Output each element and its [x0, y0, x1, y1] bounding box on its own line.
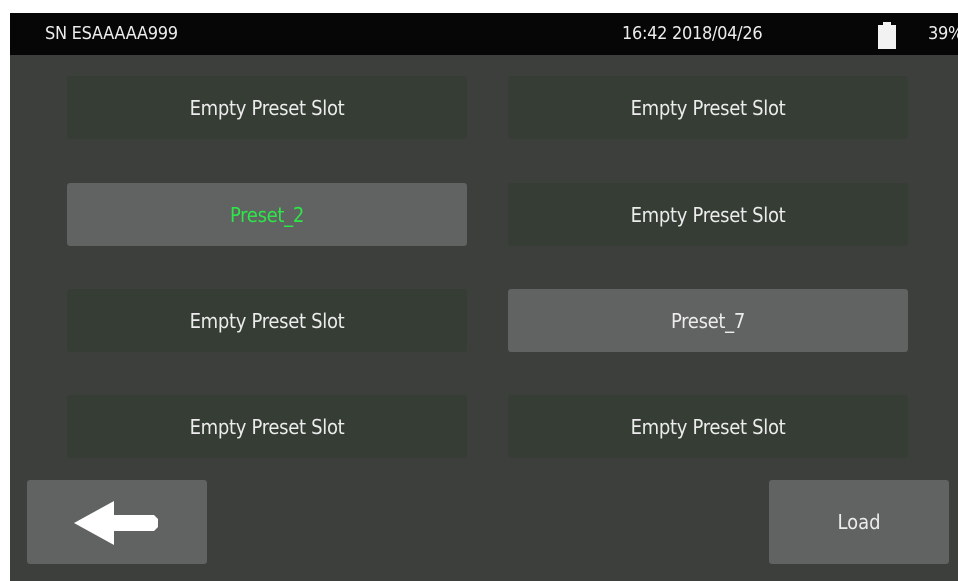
preset-slot-1[interactable]: Empty Preset Slot [67, 76, 467, 139]
battery-icon [878, 22, 896, 49]
preset-slot-label: Empty Preset Slot [189, 95, 345, 120]
preset-slot-label: Empty Preset Slot [630, 202, 786, 227]
battery-percentage: 39% [928, 23, 958, 44]
load-button[interactable]: Load [769, 480, 949, 564]
preset-panel: Empty Preset Slot Empty Preset Slot Pres… [10, 55, 958, 581]
device-screen: SN ESAAAAA999 16:42 2018/04/26 39% Empty… [0, 0, 958, 581]
preset-slot-label: Preset_7 [670, 308, 746, 333]
date-time: 16:42 2018/04/26 [622, 23, 763, 44]
status-bar: SN ESAAAAA999 16:42 2018/04/26 39% [10, 13, 958, 55]
preset-slot-6[interactable]: Preset_7 [508, 289, 908, 352]
preset-slot-2[interactable]: Empty Preset Slot [508, 76, 908, 139]
preset-slot-8[interactable]: Empty Preset Slot [508, 395, 908, 458]
preset-slot-3[interactable]: Preset_2 [67, 183, 467, 246]
preset-slot-label: Empty Preset Slot [189, 308, 345, 333]
preset-slot-label: Preset_2 [229, 202, 305, 227]
preset-slot-4[interactable]: Empty Preset Slot [508, 183, 908, 246]
preset-slot-7[interactable]: Empty Preset Slot [67, 395, 467, 458]
load-button-label: Load [837, 510, 881, 534]
preset-slot-label: Empty Preset Slot [630, 95, 786, 120]
preset-slot-label: Empty Preset Slot [189, 414, 345, 439]
arrow-left-icon [74, 501, 158, 545]
preset-slot-label: Empty Preset Slot [630, 414, 786, 439]
serial-number: SN ESAAAAA999 [45, 23, 178, 44]
preset-slot-5[interactable]: Empty Preset Slot [67, 289, 467, 352]
back-button[interactable] [27, 480, 207, 564]
